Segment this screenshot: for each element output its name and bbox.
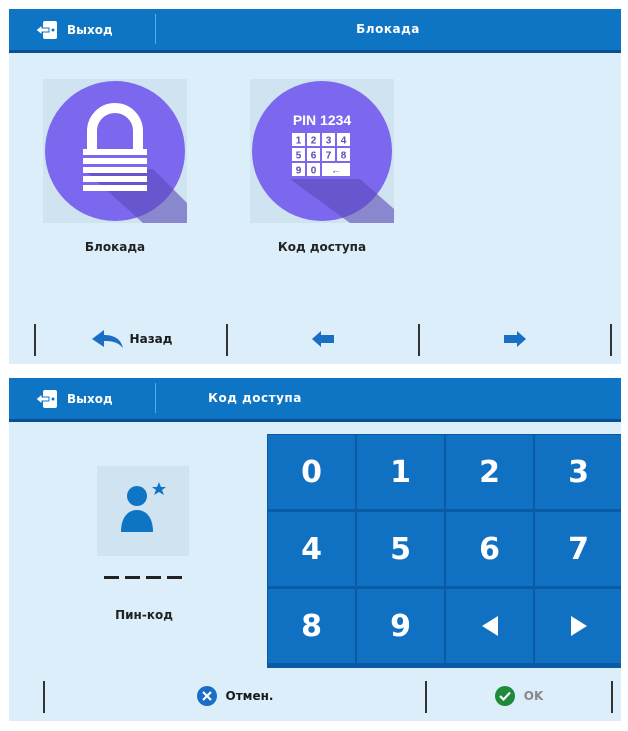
pin-mini-key-label: ← xyxy=(331,166,341,177)
cancel-button[interactable]: Отмен. xyxy=(45,671,425,721)
lock-tile-label: Блокада xyxy=(84,240,146,254)
exit-button[interactable]: Выход xyxy=(9,378,154,419)
key-3[interactable]: 3 xyxy=(535,435,621,509)
next-button[interactable] xyxy=(420,314,610,364)
cursor-right-key[interactable] xyxy=(535,589,621,663)
exit-icon xyxy=(35,389,57,408)
pin-mini-key-label: 8 xyxy=(341,151,347,162)
key-9[interactable]: 9 xyxy=(357,589,444,663)
pin-mini-key-label: 0 xyxy=(311,166,317,177)
triangle-right-icon xyxy=(570,616,587,636)
arrow-left-icon xyxy=(312,331,334,347)
page-title: Блокада xyxy=(356,22,420,36)
key-0[interactable]: 0 xyxy=(268,435,355,509)
user-star-icon xyxy=(121,482,166,532)
exit-button[interactable]: Выход xyxy=(9,9,154,50)
numeric-keypad: 0 1 2 3 4 5 6 7 8 9 xyxy=(267,434,621,668)
lock-tile[interactable] xyxy=(43,79,187,223)
pin-keypad-icon: PIN 1234 1 2 3 4 5 6 7 8 9 0 ← xyxy=(252,81,394,223)
pin-entry-display xyxy=(104,576,182,579)
access-code-tile[interactable]: PIN 1234 1 2 3 4 5 6 7 8 9 0 ← xyxy=(250,79,394,223)
arrow-right-icon xyxy=(504,331,526,347)
access-code-tile-label: Код доступа xyxy=(277,240,367,254)
exit-icon xyxy=(35,20,57,39)
user-pin-avatar xyxy=(97,466,189,556)
pin-digit-placeholder xyxy=(167,576,182,579)
exit-label: Выход xyxy=(67,22,113,37)
ok-button[interactable]: OK xyxy=(427,671,611,721)
header-bar: Выход Блокада xyxy=(9,9,621,53)
pin-text: PIN 1234 xyxy=(293,112,352,128)
access-code-screen: Выход Код доступа Пин-код 0 1 2 3 4 5 6 … xyxy=(9,378,621,721)
key-4[interactable]: 4 xyxy=(268,512,355,586)
key-1[interactable]: 1 xyxy=(357,435,444,509)
pin-mini-key-label: 4 xyxy=(341,136,347,147)
footer-bar: Назад xyxy=(9,314,621,364)
back-label: Назад xyxy=(129,332,173,346)
check-icon xyxy=(494,686,515,706)
triangle-left-icon xyxy=(481,616,498,636)
padlock-icon xyxy=(45,81,187,223)
pin-mini-key-label: 2 xyxy=(311,136,317,147)
pin-mini-key-label: 6 xyxy=(311,151,317,162)
key-8[interactable]: 8 xyxy=(268,589,355,663)
pin-mini-key-label: 1 xyxy=(296,136,302,147)
pin-digit-placeholder xyxy=(104,576,119,579)
header-bar: Выход Код доступа xyxy=(9,378,621,422)
cancel-label: Отмен. xyxy=(225,689,274,703)
cancel-icon xyxy=(196,686,217,706)
pin-mini-key-label: 9 xyxy=(296,166,302,177)
footer-bar: Отмен. OK xyxy=(9,671,621,721)
pin-digit-placeholder xyxy=(146,576,161,579)
key-2[interactable]: 2 xyxy=(446,435,533,509)
footer-separator xyxy=(611,681,613,713)
footer-separator xyxy=(610,324,612,356)
key-5[interactable]: 5 xyxy=(357,512,444,586)
pin-mini-key-label: 7 xyxy=(326,151,332,162)
pin-mini-key-label: 5 xyxy=(296,151,302,162)
page-title: Код доступа xyxy=(208,391,302,405)
pin-label: Пин-код xyxy=(115,608,173,622)
cursor-left-key[interactable] xyxy=(446,589,533,663)
key-7[interactable]: 7 xyxy=(535,512,621,586)
back-button[interactable]: Назад xyxy=(36,314,226,364)
prev-button[interactable] xyxy=(228,314,418,364)
pin-mini-key-label: 3 xyxy=(326,136,332,147)
key-6[interactable]: 6 xyxy=(446,512,533,586)
back-arrow-icon xyxy=(91,330,123,348)
lock-screen: Выход Блокада Блокада PIN 1234 1234 5678 9… xyxy=(9,9,621,364)
exit-label: Выход xyxy=(67,391,113,406)
pin-digit-placeholder xyxy=(125,576,140,579)
ok-label: OK xyxy=(523,689,544,703)
